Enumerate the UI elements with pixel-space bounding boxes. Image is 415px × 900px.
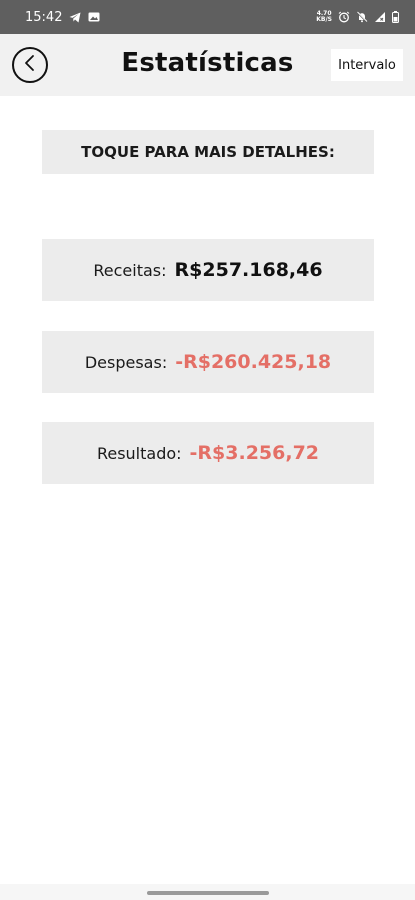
revenue-value: R$257.168,46 xyxy=(174,259,323,281)
result-card[interactable]: Resultado: -R$3.256,72 xyxy=(42,422,374,484)
telegram-icon xyxy=(69,12,81,23)
notifications-off-icon xyxy=(356,11,368,23)
app-header: Estatísticas Intervalo xyxy=(0,34,415,96)
status-bar: 15:42 4.70 KB/S xyxy=(0,0,415,34)
result-value: -R$3.256,72 xyxy=(189,442,320,464)
result-label: Resultado: xyxy=(96,443,182,463)
signal-icon xyxy=(374,11,386,23)
alarm-icon xyxy=(338,11,350,23)
status-left: 15:42 xyxy=(25,10,100,25)
revenue-card[interactable]: Receitas: R$257.168,46 xyxy=(42,239,374,301)
status-time: 15:42 xyxy=(25,9,63,25)
expenses-value: -R$260.425,18 xyxy=(175,351,332,373)
network-speed-unit: KB/S xyxy=(316,16,332,23)
details-hint: TOQUE PARA MAIS DETALHES: xyxy=(42,130,374,174)
home-indicator[interactable] xyxy=(147,891,269,895)
revenue-label: Receitas: xyxy=(93,260,167,280)
details-hint-text: TOQUE PARA MAIS DETALHES: xyxy=(81,143,335,161)
interval-button[interactable]: Intervalo xyxy=(331,49,403,81)
network-speed: 4.70 KB/S xyxy=(316,11,332,23)
expenses-card[interactable]: Despesas: -R$260.425,18 xyxy=(42,331,374,393)
status-right: 4.70 KB/S xyxy=(316,11,399,23)
battery-icon xyxy=(392,11,399,23)
expenses-label: Despesas: xyxy=(84,352,168,372)
gallery-icon xyxy=(88,12,100,22)
